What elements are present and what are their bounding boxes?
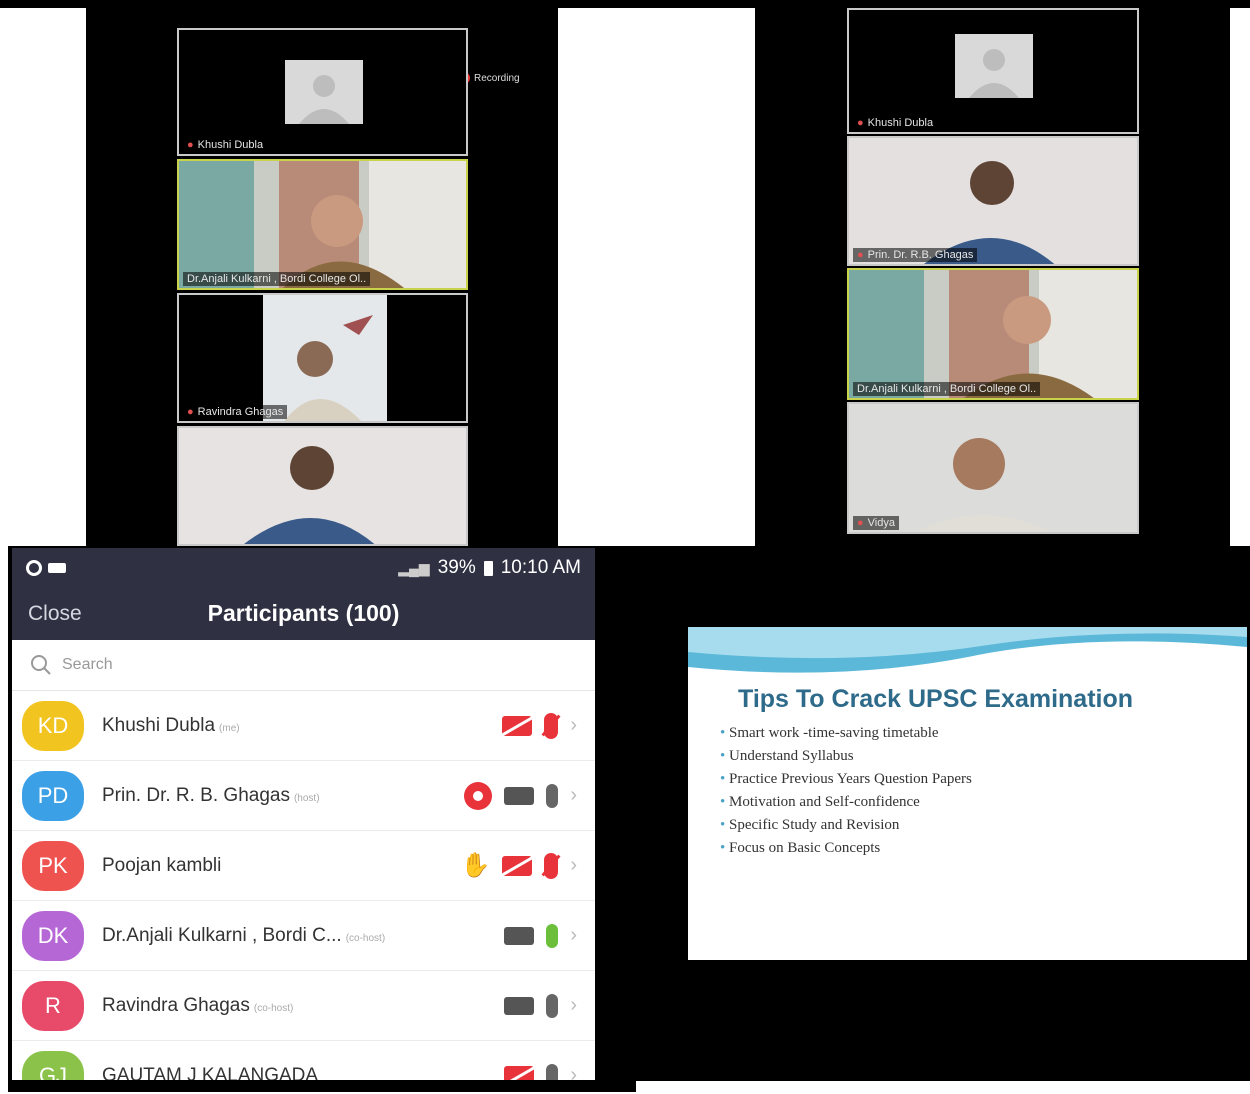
video-tile-left-4[interactable] [177,426,468,546]
avatar: DK [22,910,84,961]
avatar-placeholder-icon [285,60,363,124]
avatar: PD [22,770,84,821]
slide-bullet: Motivation and Self-confidence [720,794,972,811]
camera-icon[interactable] [504,996,535,1015]
avatar: R [22,980,84,1031]
tile-name: ● Prin. Dr. R.B. Ghagas [853,248,978,262]
video-feed [849,138,1137,264]
search-bar[interactable]: Search [12,640,595,691]
mic-muted-icon: ● [857,249,864,261]
participant-name: Prin. Dr. R. B. Ghagas (host) [102,784,320,806]
mic-icon[interactable] [546,783,559,808]
slide-bullet: Practice Previous Years Question Papers [720,771,972,788]
slide-wave-decoration [688,627,1247,673]
chevron-right-icon[interactable]: › [570,784,577,807]
chevron-right-icon[interactable]: › [570,994,577,1017]
tile-name: Dr.Anjali Kulkarni , Bordi College Ol.. [853,382,1041,396]
video-feed [179,161,466,288]
video-tile-right-1[interactable]: ● Khushi Dubla [847,8,1139,134]
participant-row[interactable]: KD Khushi Dubla (me) › [12,691,595,761]
avatar: PK [22,840,84,891]
slide-bullet: Smart work -time-saving timetable [720,725,972,742]
mic-muted-icon[interactable] [544,852,559,879]
top-border [0,0,1250,8]
battery-icon [483,560,493,576]
mic-icon[interactable] [546,1063,559,1080]
participants-title: Participants (100) [207,600,400,626]
status-bar: ▂▄▆ 39% 10:10 AM [12,548,595,588]
search-placeholder: Search [62,656,113,673]
slide-bullet: Specific Study and Revision [720,817,972,834]
tile-name: ● Ravindra Ghagas [183,405,288,419]
chevron-right-icon[interactable]: › [570,924,577,947]
video-tile-left-2[interactable]: Dr.Anjali Kulkarni , Bordi College Ol.. [177,159,468,290]
camera-off-icon[interactable] [502,715,533,736]
avatar: KD [22,700,84,751]
video-tile-left-1[interactable]: ● Khushi Dubla [177,28,468,156]
camera-off-icon[interactable] [502,855,533,876]
tile-name: ● Khushi Dubla [853,116,938,130]
participant-controls: › [464,781,577,810]
slide-bullet: Understand Syllabus [720,748,972,765]
search-icon [31,655,51,675]
avatar-placeholder-icon [955,34,1033,98]
participant-row[interactable]: GJ GAUTAM J KALANGADA › [12,1041,595,1080]
participant-controls: › [504,923,577,948]
tile-name: ● Vidya [853,516,899,530]
clock: 10:10 AM [500,557,581,578]
participant-name: Ravindra Ghagas (co-host) [102,994,294,1016]
signal-icon: ▂▄▆ [398,559,430,576]
participant-name: GAUTAM J KALANGADA [102,1064,319,1081]
participants-panel: ▂▄▆ 39% 10:10 AM Close Participants (100… [12,548,595,1080]
avatar: GJ [22,1050,84,1080]
video-tile-right-2[interactable]: ● Prin. Dr. R.B. Ghagas [847,136,1139,266]
status-left-icons [26,560,66,576]
participant-controls: › [504,993,577,1018]
participant-name: Poojan kambli [102,854,222,876]
notification-icon [26,560,42,576]
participant-name: Dr.Anjali Kulkarni , Bordi C... (co-host) [102,924,386,946]
slide-bullet: Focus on Basic Concepts [720,840,972,857]
mic-muted-icon: ● [857,117,864,129]
participant-controls: ✋ › [460,851,577,880]
shared-slide: Tips To Crack UPSC Examination Smart wor… [688,627,1247,960]
raised-hand-icon: ✋ [460,852,491,879]
recording-icon [464,781,493,810]
participant-controls: › [502,712,577,739]
battery-percent: 39% [437,557,476,578]
camera-icon[interactable] [504,926,535,945]
mic-active-icon[interactable] [546,923,559,948]
participant-controls: › [504,1063,577,1080]
mic-icon[interactable] [546,993,559,1018]
camera-icon[interactable] [504,786,535,805]
mic-muted-icon[interactable] [544,712,559,739]
mic-muted-icon: ● [187,406,194,418]
participants-header: Close Participants (100) [12,588,595,640]
camera-off-icon[interactable] [504,1065,535,1080]
status-right: ▂▄▆ 39% 10:10 AM [398,557,581,579]
participant-row[interactable]: PK Poojan kambli ✋ › [12,831,595,901]
video-feed [263,295,387,421]
slide-bullets: Smart work -time-saving timetable Unders… [720,719,972,863]
video-tile-right-3[interactable]: Dr.Anjali Kulkarni , Bordi College Ol.. [847,268,1139,400]
tile-name: ● Khushi Dubla [183,138,268,152]
video-feed [179,428,466,544]
tile-name: Dr.Anjali Kulkarni , Bordi College Ol.. [183,272,371,286]
video-tile-left-3[interactable]: ● Ravindra Ghagas [177,293,468,423]
participant-name: Khushi Dubla (me) [102,714,240,736]
video-notification-icon [48,563,66,573]
recording-label: Recording [474,72,520,84]
video-tile-right-4[interactable]: ● Vidya [847,402,1139,534]
mic-muted-icon: ● [187,139,194,151]
slide-title: Tips To Crack UPSC Examination [738,685,1134,713]
chevron-right-icon[interactable]: › [570,854,577,877]
participant-row[interactable]: PD Prin. Dr. R. B. Ghagas (host) › [12,761,595,831]
video-feed [849,270,1137,398]
participant-row[interactable]: R Ravindra Ghagas (co-host) › [12,971,595,1041]
chevron-right-icon[interactable]: › [570,1064,577,1080]
video-feed [849,404,1137,532]
chevron-right-icon[interactable]: › [570,714,577,737]
mic-muted-icon: ● [857,517,864,529]
participant-row[interactable]: DK Dr.Anjali Kulkarni , Bordi C... (co-ho… [12,901,595,971]
